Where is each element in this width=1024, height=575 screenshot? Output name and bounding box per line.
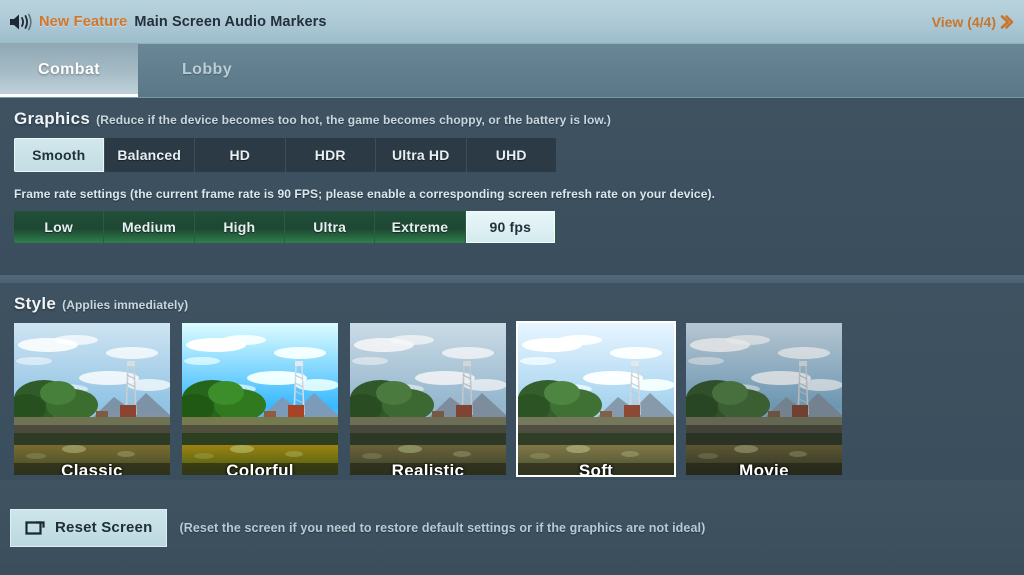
tab-lobby[interactable]: Lobby <box>138 43 276 97</box>
graphics-subtitle: (Reduce if the device becomes too hot, t… <box>96 113 611 127</box>
graphics-option-ultra-hd[interactable]: Ultra HD <box>376 138 467 172</box>
graphics-heading: Graphics (Reduce if the device becomes t… <box>0 109 1024 129</box>
style-item-soft-label: Soft <box>578 461 614 475</box>
fps-option-extreme-label: Extreme <box>391 219 449 235</box>
graphics-option-hdr[interactable]: HDR <box>286 138 376 172</box>
graphics-option-ultra-hd-label: Ultra HD <box>391 147 450 163</box>
graphics-quality-selector: Smooth Balanced HD HDR Ultra HD UHD <box>14 138 556 172</box>
new-feature-badge: New Feature <box>39 13 128 30</box>
view-label: View (4/4) <box>931 13 996 30</box>
fps-option-low-label: Low <box>44 219 73 235</box>
reset-screen-button[interactable]: Reset Screen <box>10 508 168 547</box>
fps-option-high-label: High <box>223 219 256 235</box>
frame-rate-note: Frame rate settings (the current frame r… <box>14 187 716 201</box>
graphics-option-uhd[interactable]: UHD <box>467 138 557 172</box>
tab-lobby-label: Lobby <box>182 61 232 78</box>
graphics-title: Graphics <box>14 109 91 128</box>
style-item-colorful[interactable]: Colorful <box>182 323 338 475</box>
style-item-classic[interactable]: Classic <box>14 323 170 475</box>
graphics-option-hd-label: HD <box>229 147 251 163</box>
fps-option-medium[interactable]: Medium <box>104 211 195 243</box>
style-title: Style <box>14 294 57 313</box>
chevron-right-icon <box>998 14 1014 30</box>
reset-screen-icon <box>25 519 47 536</box>
fps-option-extreme[interactable]: Extreme <box>375 211 466 243</box>
section-divider <box>0 275 1024 283</box>
style-preview-realistic <box>350 323 506 475</box>
graphics-panel: Graphics (Reduce if the device becomes t… <box>0 99 1024 275</box>
style-item-soft[interactable]: Soft <box>516 321 676 477</box>
style-panel: Style (Applies immediately) Classic Colo… <box>0 283 1024 480</box>
style-heading: Style (Applies immediately) <box>0 283 1024 314</box>
selection-corner-bottom-right-icon <box>669 470 674 475</box>
game-settings-screen: New Feature Main Screen Audio Markers Vi… <box>0 0 1024 575</box>
notice-left-group: New Feature Main Screen Audio Markers <box>8 12 932 32</box>
speaker-icon <box>8 12 32 32</box>
fps-option-90fps-label: 90 fps <box>489 219 532 235</box>
graphics-option-hdr-label: HDR <box>314 147 346 163</box>
graphics-option-smooth-label: Smooth <box>32 147 86 163</box>
style-thumbnail-list: Classic Colorful Realistic Soft Movie <box>14 321 1024 477</box>
style-preview-classic <box>14 323 170 475</box>
fps-option-ultra[interactable]: Ultra <box>285 211 376 243</box>
fps-option-high[interactable]: High <box>195 211 285 243</box>
style-preview-colorful <box>182 323 338 475</box>
tab-combat-label: Combat <box>38 61 100 78</box>
tab-combat[interactable]: Combat <box>0 43 138 97</box>
selection-corner-top-left-icon <box>518 323 523 328</box>
frame-rate-selector: Low Medium High Ultra Extreme 90 fps <box>14 211 556 243</box>
view-button[interactable]: View (4/4) <box>932 14 1018 30</box>
fps-option-ultra-label: Ultra <box>313 219 347 235</box>
notice-bar: New Feature Main Screen Audio Markers Vi… <box>0 0 1024 44</box>
fps-option-medium-label: Medium <box>121 219 177 235</box>
graphics-option-balanced-label: Balanced <box>117 147 182 163</box>
graphics-option-uhd-label: UHD <box>495 147 527 163</box>
bottom-bar: Reset Screen (Reset the screen if you ne… <box>0 480 1024 575</box>
style-item-classic-label: Classic <box>61 461 123 475</box>
style-item-realistic[interactable]: Realistic <box>350 323 506 475</box>
style-subtitle: (Applies immediately) <box>62 298 189 312</box>
settings-tabbar: Combat Lobby <box>0 43 1024 98</box>
style-preview-movie <box>686 323 842 475</box>
fps-option-low[interactable]: Low <box>14 211 105 243</box>
style-preview-soft <box>518 323 674 475</box>
selection-corner-bottom-left-icon <box>518 470 523 475</box>
graphics-option-smooth[interactable]: Smooth <box>14 138 105 172</box>
reset-screen-label: Reset Screen <box>55 519 153 536</box>
style-item-movie-label: Movie <box>739 461 789 475</box>
fps-option-90fps[interactable]: 90 fps <box>465 211 556 243</box>
selection-corner-top-right-icon <box>669 323 674 328</box>
notice-text: Main Screen Audio Markers <box>134 13 327 30</box>
graphics-option-balanced[interactable]: Balanced <box>105 138 195 172</box>
style-item-movie[interactable]: Movie <box>686 323 842 475</box>
style-item-colorful-label: Colorful <box>226 461 294 475</box>
graphics-option-hd[interactable]: HD <box>195 138 286 172</box>
style-item-realistic-label: Realistic <box>391 461 465 475</box>
reset-screen-note: (Reset the screen if you need to restore… <box>179 520 706 535</box>
